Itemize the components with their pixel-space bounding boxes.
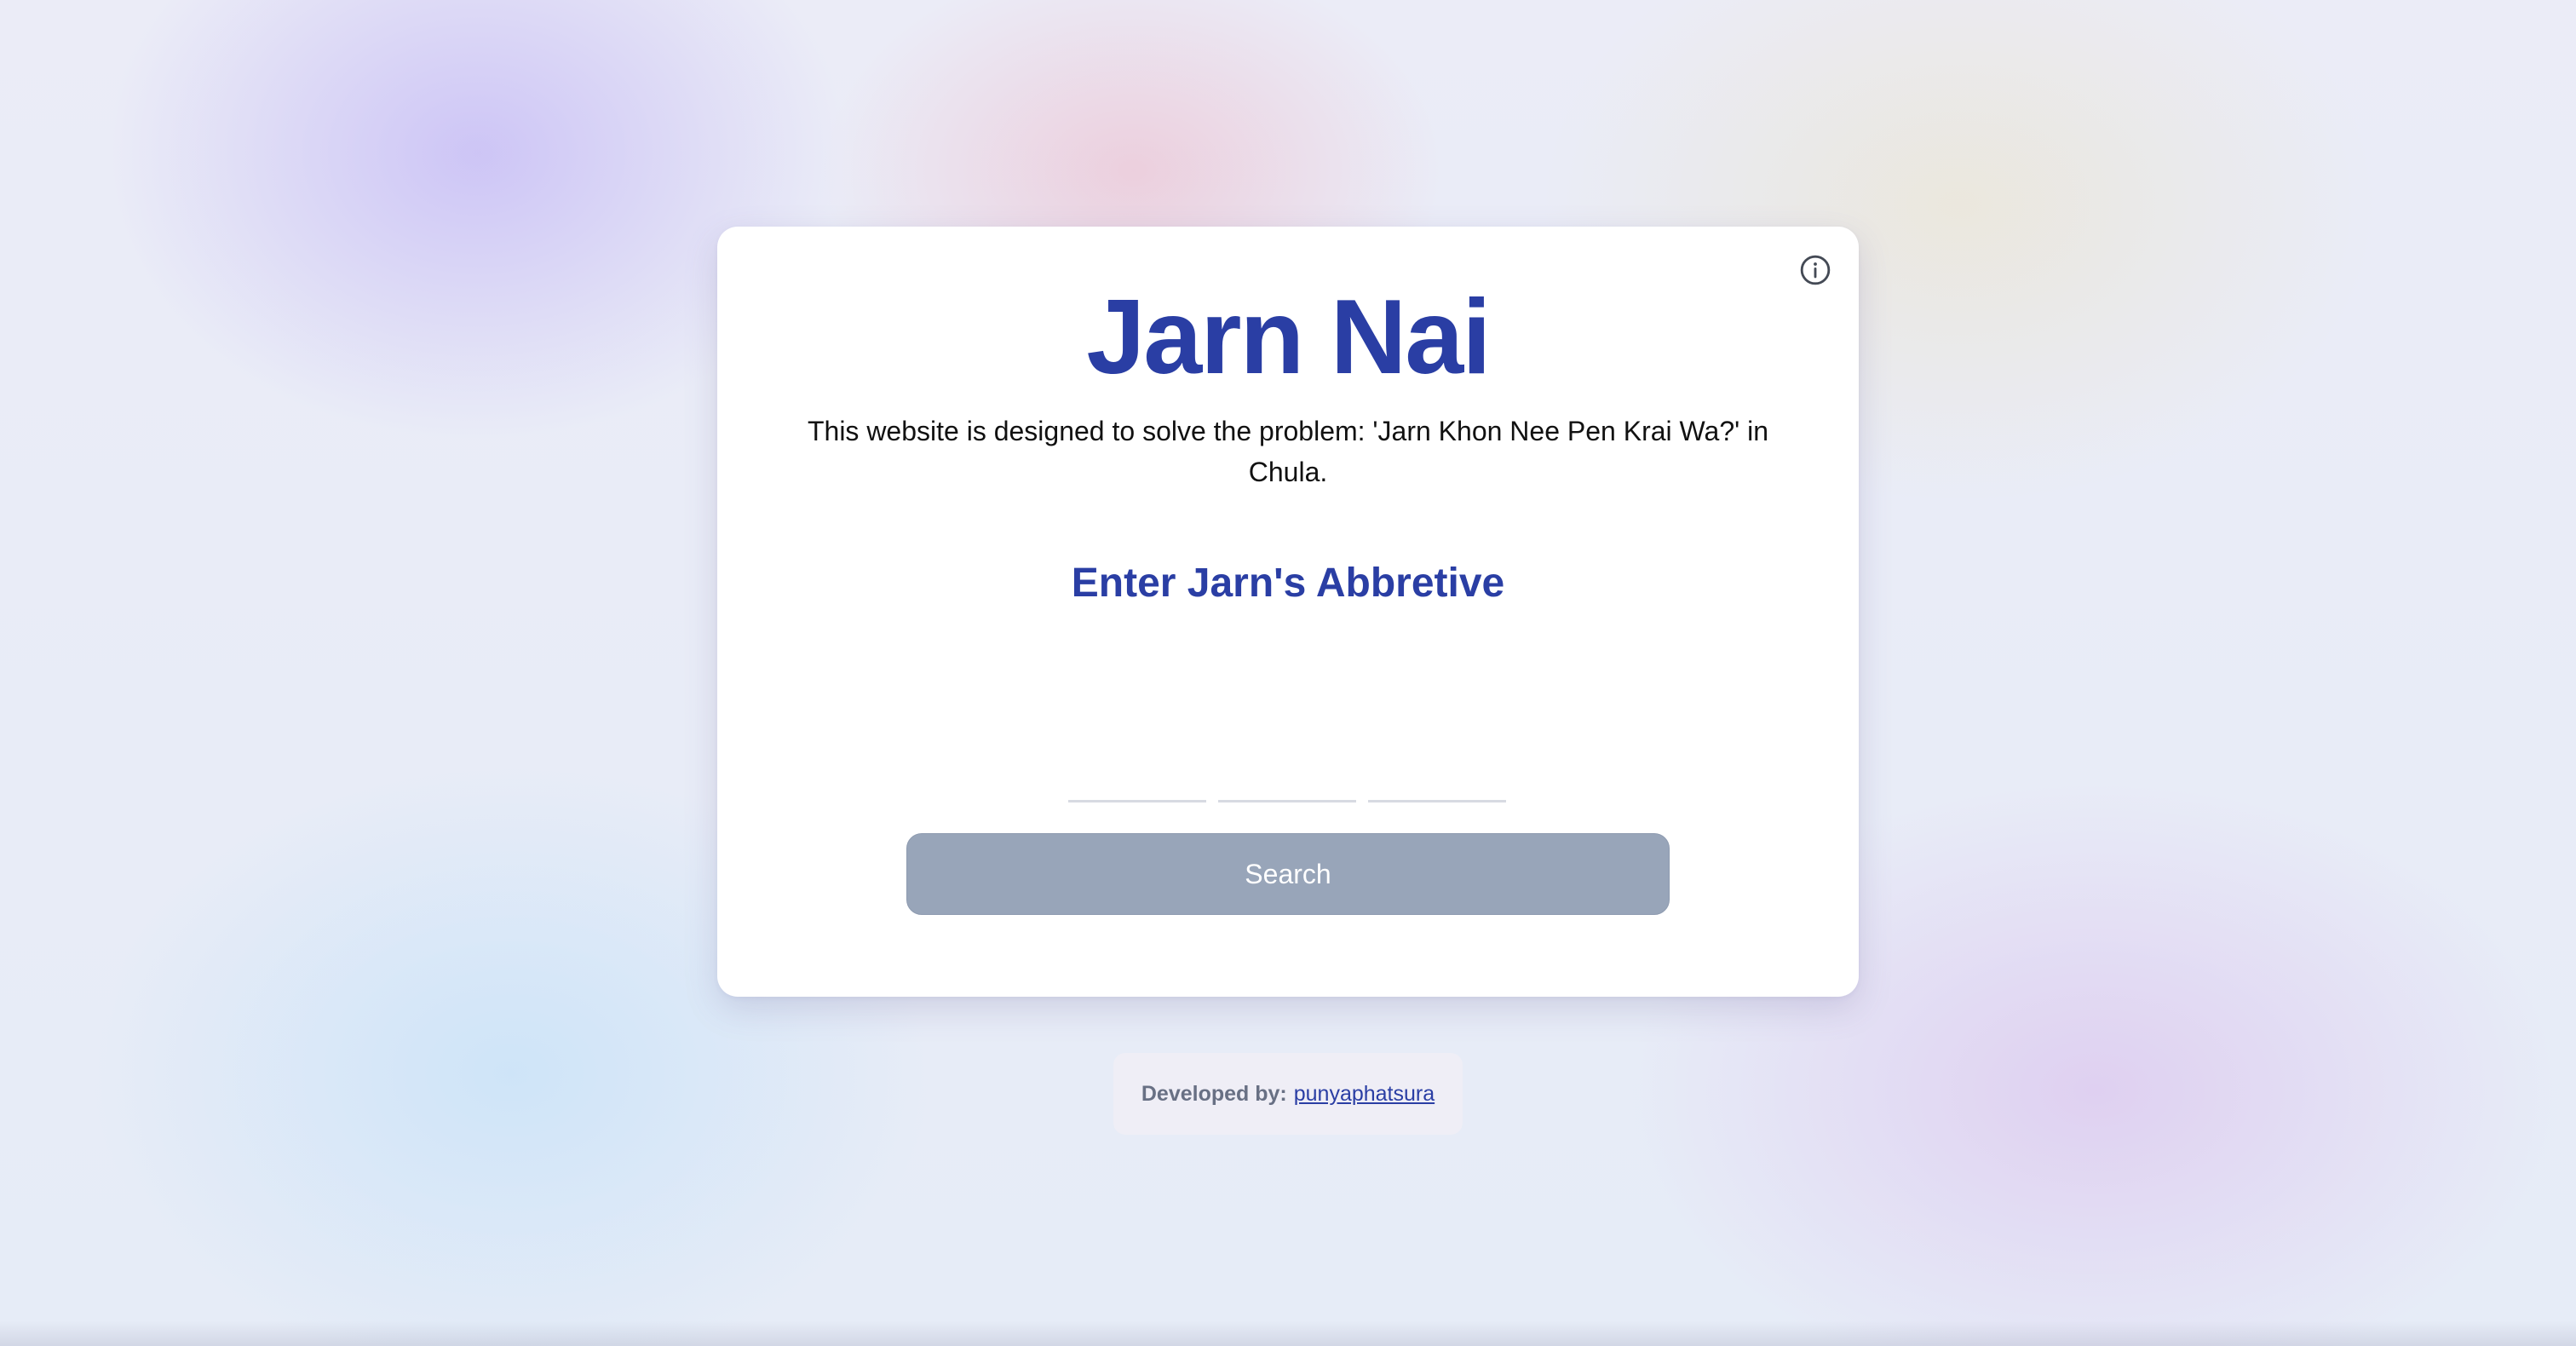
search-button[interactable]: Search xyxy=(906,833,1670,915)
page-description: This website is designed to solve the pr… xyxy=(807,416,1769,487)
main-card: Jarn Nai This website is designed to sol… xyxy=(717,227,1859,997)
developer-credit: Developed by: punyaphatsura xyxy=(1113,1053,1463,1135)
abbreviation-input-3[interactable] xyxy=(1368,743,1506,802)
abbreviation-input-1[interactable] xyxy=(1068,743,1206,802)
developer-link[interactable]: punyaphatsura xyxy=(1294,1082,1435,1107)
bottom-edge-shadow xyxy=(0,1320,2576,1346)
developer-label: Developed by: xyxy=(1141,1081,1287,1106)
abbreviation-input-2[interactable] xyxy=(1218,743,1356,802)
abbreviation-heading: Enter Jarn's Abbretive xyxy=(1071,561,1505,606)
page-title: Jarn Nai xyxy=(1086,279,1491,396)
